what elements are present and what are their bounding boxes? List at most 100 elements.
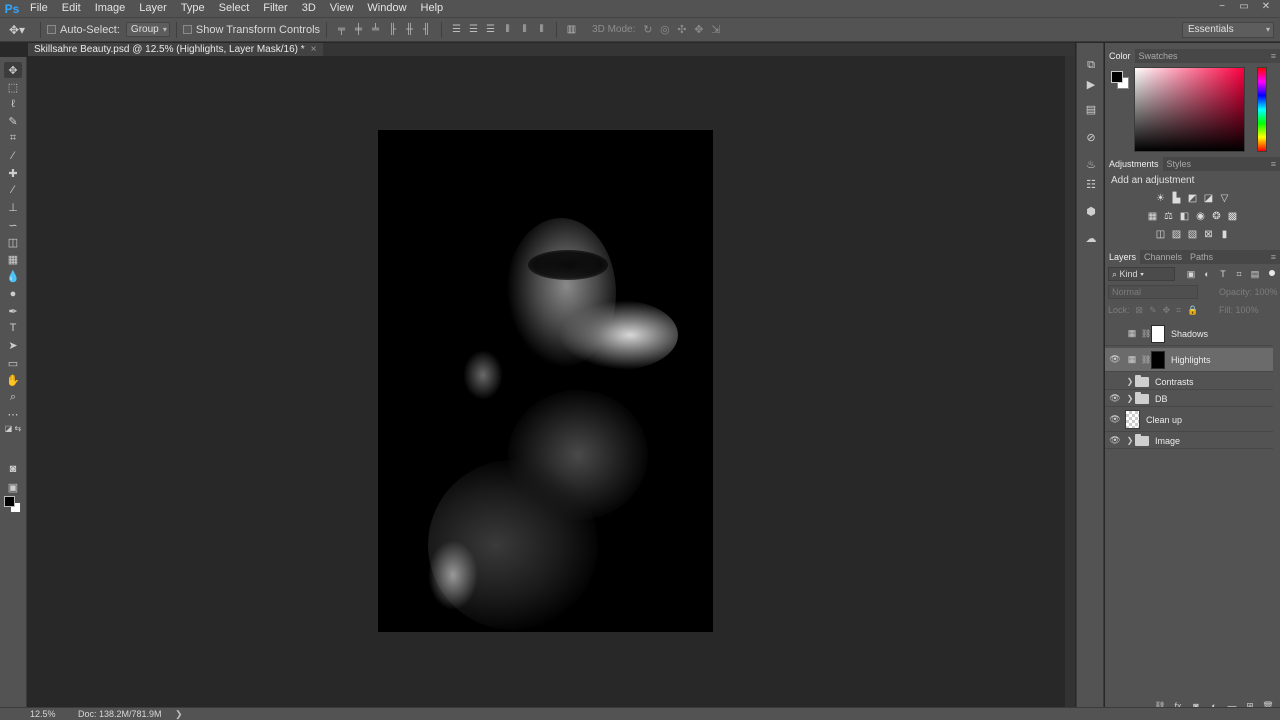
brush-settings-icon[interactable]: ☷ <box>1082 176 1100 192</box>
visibility-toggle-icon[interactable]: 👁 <box>1105 393 1125 404</box>
menu-layer[interactable]: Layer <box>132 0 174 17</box>
menu-type[interactable]: Type <box>174 0 212 17</box>
clone-stamp-tool-icon[interactable]: ⊥ <box>4 199 22 215</box>
status-menu-arrow-icon[interactable]: ❯ <box>175 708 183 720</box>
menu-3d[interactable]: 3D <box>295 0 323 17</box>
3d-slide-icon[interactable]: ✥ <box>690 22 707 38</box>
filter-toggle-icon[interactable] <box>1269 270 1275 276</box>
align-vcenter-icon[interactable]: ╪ <box>350 22 367 38</box>
visibility-toggle-icon[interactable]: 👁 <box>1105 414 1125 425</box>
menu-filter[interactable]: Filter <box>256 0 294 17</box>
panel-menu-icon[interactable]: ≡ <box>1271 157 1276 171</box>
menu-view[interactable]: View <box>323 0 361 17</box>
layer-mask-thumbnail[interactable] <box>1151 350 1165 369</box>
lock-transparent-icon[interactable]: ⊠ <box>1136 305 1144 316</box>
pen-tool-icon[interactable]: ✒ <box>4 303 22 319</box>
brightness-icon[interactable]: ☀ <box>1155 192 1167 204</box>
layer-row-shadows[interactable]: 👁 ▦ ⛓ Shadows <box>1105 322 1273 346</box>
tab-channels[interactable]: Channels <box>1140 250 1186 264</box>
distribute-hcenter-icon[interactable]: ⦀ <box>516 22 533 38</box>
filter-pixel-icon[interactable]: ▣ <box>1185 268 1197 280</box>
tab-color[interactable]: Color <box>1105 49 1135 63</box>
tab-styles[interactable]: Styles <box>1163 157 1196 171</box>
lock-all-icon[interactable]: 🔒 <box>1187 305 1198 316</box>
3d-orbit-icon[interactable]: ↻ <box>639 22 656 38</box>
menu-select[interactable]: Select <box>212 0 257 17</box>
restore-button[interactable]: ▭ <box>1234 0 1254 14</box>
document-canvas-image[interactable] <box>378 130 713 632</box>
blend-mode-dropdown[interactable]: Normal <box>1108 285 1198 299</box>
3d-pan-icon[interactable]: ✣ <box>673 22 690 38</box>
filter-smart-object-icon[interactable]: ▤ <box>1249 268 1261 280</box>
hand-tool-icon[interactable]: ✋ <box>4 372 22 388</box>
default-colors-icon[interactable]: ◪ ⇆ <box>4 423 22 433</box>
distribute-bottom-icon[interactable]: ☰ <box>482 22 499 38</box>
zoom-tool-icon[interactable]: ⌕ <box>4 389 22 405</box>
crop-tool-icon[interactable]: ⌗ <box>4 130 22 146</box>
invert-icon[interactable]: ◫ <box>1155 228 1167 240</box>
exposure-icon[interactable]: ◪ <box>1203 192 1215 204</box>
type-tool-icon[interactable]: T <box>4 320 22 336</box>
align-right-icon[interactable]: ╢ <box>418 22 435 38</box>
auto-select-checkbox[interactable]: Auto-Select: <box>47 24 120 36</box>
tab-swatches[interactable]: Swatches <box>1135 49 1182 63</box>
auto-select-dropdown[interactable]: Group <box>125 22 170 37</box>
fill-control[interactable]: Fill: 100% <box>1219 305 1259 315</box>
close-document-icon[interactable]: × <box>311 43 317 56</box>
blur-tool-icon[interactable]: 💧 <box>4 268 22 284</box>
vibrance-icon[interactable]: ▽ <box>1219 192 1231 204</box>
quick-mask-icon[interactable]: ◙ <box>4 461 22 477</box>
visibility-toggle-icon[interactable]: 👁 <box>1105 376 1125 387</box>
screen-mode-icon[interactable]: ▣ <box>4 479 22 495</box>
brush-panel-icon[interactable]: ♨ <box>1082 156 1100 172</box>
menu-window[interactable]: Window <box>360 0 413 17</box>
lock-artboard-icon[interactable]: ⌗ <box>1176 305 1181 316</box>
visibility-toggle-icon[interactable]: 👁 <box>1105 328 1125 339</box>
layer-row-clean-up[interactable]: 👁 Clean up <box>1105 408 1273 432</box>
link-icon[interactable]: ⛓ <box>1141 329 1151 338</box>
more-tools-icon[interactable]: ⋯ <box>4 406 22 422</box>
close-button[interactable]: ✕ <box>1256 0 1276 14</box>
gradient-map-icon[interactable]: ▮ <box>1219 228 1231 240</box>
color-balance-icon[interactable]: ⚖ <box>1163 210 1175 222</box>
align-top-icon[interactable]: ╤ <box>333 22 350 38</box>
hue-saturation-icon[interactable]: ▦ <box>1147 210 1159 222</box>
layer-filter-dropdown[interactable]: ⌕ Kind ▾ <box>1108 267 1175 281</box>
move-tool-preset-icon[interactable]: ✥▾ <box>0 17 34 42</box>
link-icon[interactable]: ⛓ <box>1141 355 1151 364</box>
expand-group-icon[interactable]: ❯ <box>1125 394 1135 403</box>
panel-menu-icon[interactable]: ≡ <box>1271 250 1276 264</box>
expand-group-icon[interactable]: ❯ <box>1125 377 1135 386</box>
move-tool-icon[interactable]: ✥ <box>4 62 22 78</box>
filter-shape-icon[interactable]: ⌗ <box>1233 268 1245 280</box>
tab-adjustments[interactable]: Adjustments <box>1105 157 1163 171</box>
opacity-value[interactable]: 100% <box>1255 287 1278 297</box>
menu-help[interactable]: Help <box>414 0 451 17</box>
healing-brush-tool-icon[interactable]: ✚ <box>4 165 22 181</box>
visibility-toggle-icon[interactable]: 👁 <box>1105 354 1125 365</box>
selective-color-icon[interactable]: ⊠ <box>1203 228 1215 240</box>
lasso-tool-icon[interactable]: ℓ <box>4 96 22 112</box>
layer-row-highlights[interactable]: 👁 ▦ ⛓ Highlights <box>1105 348 1273 372</box>
auto-align-icon[interactable]: ▥ <box>563 22 580 38</box>
distribute-left-icon[interactable]: ⦀ <box>499 22 516 38</box>
eyedropper-tool-icon[interactable]: ⁄ <box>4 148 22 164</box>
layer-mask-thumbnail[interactable] <box>1151 324 1165 343</box>
photo-filter-icon[interactable]: ◉ <box>1195 210 1207 222</box>
filter-type-icon[interactable]: T <box>1217 268 1229 280</box>
foreground-color-swatch[interactable] <box>4 496 15 507</box>
paths-panel-icon[interactable]: ⊘ <box>1082 129 1100 145</box>
show-transform-checkbox[interactable]: Show Transform Controls <box>182 24 320 36</box>
layer-row-db[interactable]: 👁 ❯ DB <box>1105 391 1273 407</box>
libraries-icon[interactable]: ☁ <box>1082 230 1100 246</box>
menu-file[interactable]: File <box>23 0 55 17</box>
minimize-button[interactable]: − <box>1212 0 1232 14</box>
opacity-control[interactable]: Opacity: 100% <box>1219 287 1278 297</box>
quick-select-tool-icon[interactable]: ✎ <box>4 113 22 129</box>
panel-menu-icon[interactable]: ≡ <box>1271 49 1276 63</box>
fill-value[interactable]: 100% <box>1236 305 1259 315</box>
channel-mixer-icon[interactable]: ❂ <box>1211 210 1223 222</box>
properties-panel-icon[interactable]: ▤ <box>1082 101 1100 117</box>
dodge-tool-icon[interactable]: ● <box>4 286 22 302</box>
color-picker-field[interactable] <box>1134 67 1245 152</box>
